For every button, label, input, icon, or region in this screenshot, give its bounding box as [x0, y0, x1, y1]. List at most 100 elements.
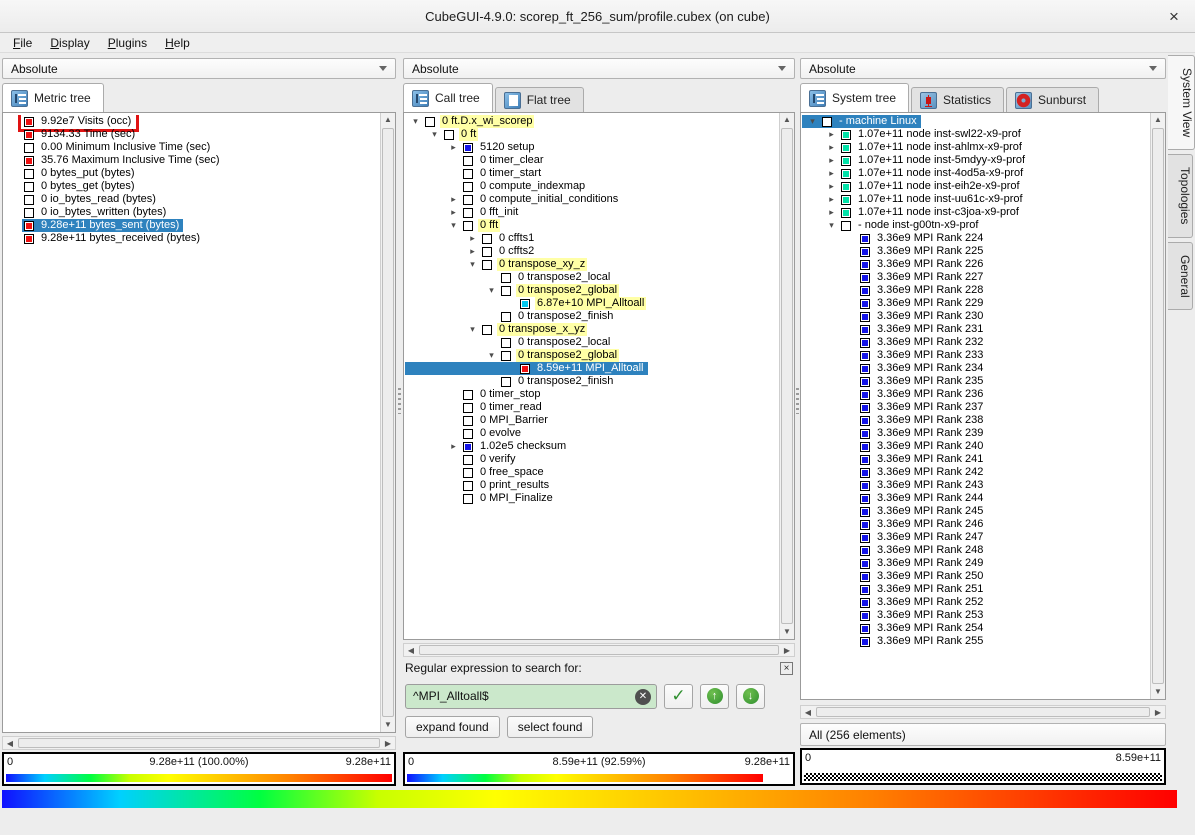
- tree-item[interactable]: 0 bytes_get (bytes): [4, 180, 139, 193]
- tree-item[interactable]: 3.36e9 MPI Rank 229: [802, 297, 987, 310]
- expand-arrow-icon[interactable]: ▸: [465, 232, 480, 245]
- apply-search-button[interactable]: ✓: [664, 684, 693, 709]
- menu-file[interactable]: File: [4, 34, 41, 52]
- vertical-scrollbar[interactable]: ▲ ▼: [1150, 113, 1165, 699]
- tree-item[interactable]: 3.36e9 MPI Rank 233: [802, 349, 987, 362]
- scroll-left-icon[interactable]: ◀: [801, 706, 815, 718]
- element-filter-combobox[interactable]: All (256 elements): [800, 723, 1166, 746]
- menu-plugins[interactable]: Plugins: [99, 34, 156, 52]
- expand-arrow-icon[interactable]: ▸: [824, 154, 839, 167]
- menu-display[interactable]: Display: [41, 34, 98, 52]
- scroll-right-icon[interactable]: ▶: [780, 644, 794, 656]
- tree-item[interactable]: ▸0 cffts2: [405, 245, 538, 258]
- tree-item[interactable]: ▸1.07e+11 node inst-5mdyy-x9-prof: [802, 154, 1029, 167]
- collapse-arrow-icon[interactable]: ▾: [465, 258, 480, 271]
- tab-system-view[interactable]: System View: [1168, 55, 1195, 150]
- horizontal-scrollbar[interactable]: ◀ ▶: [2, 736, 396, 750]
- scroll-right-icon[interactable]: ▶: [381, 737, 395, 749]
- tree-item[interactable]: 9134.33 Time (sec): [4, 128, 139, 141]
- scroll-up-icon[interactable]: ▲: [780, 113, 794, 127]
- tree-item[interactable]: 0 timer_read: [405, 401, 546, 414]
- tree-item[interactable]: 3.36e9 MPI Rank 228: [802, 284, 987, 297]
- tab-topologies[interactable]: Topologies: [1168, 154, 1193, 237]
- tree-item[interactable]: 0 io_bytes_read (bytes): [4, 193, 160, 206]
- tab-general[interactable]: General: [1168, 242, 1193, 311]
- tree-item[interactable]: 0 io_bytes_written (bytes): [4, 206, 170, 219]
- tab-metric-tree[interactable]: Metric tree: [2, 83, 104, 112]
- tab-flat-tree[interactable]: Flat tree: [495, 87, 584, 112]
- tree-item[interactable]: 3.36e9 MPI Rank 239: [802, 427, 987, 440]
- tree-item[interactable]: 0 transpose2_local: [405, 336, 614, 349]
- expand-arrow-icon[interactable]: ▸: [824, 193, 839, 206]
- tree-item[interactable]: ▾0 ft: [405, 128, 480, 141]
- tree-item[interactable]: 3.36e9 MPI Rank 242: [802, 466, 987, 479]
- tab-statistics[interactable]: Statistics: [911, 87, 1004, 112]
- tree-item[interactable]: ▾0 fft: [405, 219, 502, 232]
- tree-item[interactable]: ▾- node inst-g00tn-x9-prof: [802, 219, 982, 232]
- regex-search-input[interactable]: [405, 684, 657, 709]
- tree-item[interactable]: ▸0 cffts1: [405, 232, 538, 245]
- collapse-arrow-icon[interactable]: ▾: [446, 219, 461, 232]
- scrollbar-thumb[interactable]: [18, 738, 380, 748]
- close-search-icon[interactable]: ×: [780, 662, 793, 675]
- tree-item[interactable]: 3.36e9 MPI Rank 230: [802, 310, 987, 323]
- expand-arrow-icon[interactable]: ▸: [446, 206, 461, 219]
- expand-arrow-icon[interactable]: ▸: [824, 206, 839, 219]
- scroll-up-icon[interactable]: ▲: [1151, 113, 1165, 127]
- tree-item[interactable]: 3.36e9 MPI Rank 241: [802, 453, 987, 466]
- expand-arrow-icon[interactable]: ▸: [824, 167, 839, 180]
- scrollbar-thumb[interactable]: [419, 645, 779, 655]
- collapse-arrow-icon[interactable]: ▾: [484, 349, 499, 362]
- scroll-left-icon[interactable]: ◀: [3, 737, 17, 749]
- tree-item[interactable]: ▸0 fft_init: [405, 206, 522, 219]
- close-icon[interactable]: ×: [1163, 6, 1185, 28]
- tree-item[interactable]: 0 compute_indexmap: [405, 180, 589, 193]
- expand-arrow-icon[interactable]: ▸: [824, 180, 839, 193]
- tree-item[interactable]: 8.59e+11 MPI_Alltoall: [405, 362, 648, 375]
- tree-item[interactable]: 3.36e9 MPI Rank 244: [802, 492, 987, 505]
- scroll-down-icon[interactable]: ▼: [780, 625, 794, 639]
- panel-splitter[interactable]: [398, 388, 401, 414]
- tree-item[interactable]: ▾0 transpose_x_yz: [405, 323, 589, 336]
- menu-help[interactable]: Help: [156, 34, 199, 52]
- tree-item[interactable]: 35.76 Maximum Inclusive Time (sec): [4, 154, 224, 167]
- tree-item[interactable]: 3.36e9 MPI Rank 237: [802, 401, 987, 414]
- tree-item[interactable]: 0.00 Minimum Inclusive Time (sec): [4, 141, 214, 154]
- tree-item[interactable]: 0 timer_clear: [405, 154, 548, 167]
- tree-item[interactable]: 3.36e9 MPI Rank 247: [802, 531, 987, 544]
- tree-item[interactable]: ▾0 transpose_xy_z: [405, 258, 589, 271]
- expand-arrow-icon[interactable]: ▸: [446, 193, 461, 206]
- tree-item[interactable]: 3.36e9 MPI Rank 254: [802, 622, 987, 635]
- tree-item[interactable]: 9.28e+11 bytes_sent (bytes): [4, 219, 183, 232]
- tree-item[interactable]: 0 timer_stop: [405, 388, 545, 401]
- collapse-arrow-icon[interactable]: ▾: [484, 284, 499, 297]
- tree-item[interactable]: 0 verify: [405, 453, 519, 466]
- tree-item[interactable]: 0 evolve: [405, 427, 525, 440]
- tree-item[interactable]: ▸1.07e+11 node inst-eih2e-x9-prof: [802, 180, 1024, 193]
- tree-item[interactable]: ▸1.07e+11 node inst-c3joa-x9-prof: [802, 206, 1023, 219]
- tree-item[interactable]: 3.36e9 MPI Rank 224: [802, 232, 987, 245]
- find-previous-button[interactable]: ↑: [700, 684, 729, 709]
- tree-item[interactable]: 0 MPI_Barrier: [405, 414, 552, 427]
- vertical-scrollbar[interactable]: ▲ ▼: [380, 113, 395, 732]
- tree-item[interactable]: ▸1.02e5 checksum: [405, 440, 570, 453]
- collapse-arrow-icon[interactable]: ▾: [427, 128, 442, 141]
- tree-item[interactable]: 0 timer_start: [405, 167, 545, 180]
- tree-item[interactable]: 6.87e+10 MPI_Alltoall: [405, 297, 648, 310]
- tree-item[interactable]: 3.36e9 MPI Rank 243: [802, 479, 987, 492]
- tree-item[interactable]: 3.36e9 MPI Rank 225: [802, 245, 987, 258]
- tree-item[interactable]: ▸0 compute_initial_conditions: [405, 193, 622, 206]
- tree-item[interactable]: ▾0 transpose2_global: [405, 349, 621, 362]
- expand-arrow-icon[interactable]: ▸: [824, 128, 839, 141]
- tree-item[interactable]: 3.36e9 MPI Rank 251: [802, 583, 987, 596]
- tree-item[interactable]: ▸1.07e+11 node inst-ahlmx-x9-prof: [802, 141, 1026, 154]
- scroll-up-icon[interactable]: ▲: [381, 113, 395, 127]
- horizontal-scrollbar[interactable]: ◀ ▶: [800, 705, 1166, 719]
- tree-item[interactable]: 0 transpose2_finish: [405, 310, 617, 323]
- scrollbar-thumb[interactable]: [781, 128, 793, 624]
- tree-item[interactable]: ▸1.07e+11 node inst-uu61c-x9-prof: [802, 193, 1027, 206]
- tree-item[interactable]: 9.28e+11 bytes_received (bytes): [4, 232, 204, 245]
- scroll-right-icon[interactable]: ▶: [1151, 706, 1165, 718]
- tree-item[interactable]: 0 MPI_Finalize: [405, 492, 557, 505]
- scroll-down-icon[interactable]: ▼: [1151, 685, 1165, 699]
